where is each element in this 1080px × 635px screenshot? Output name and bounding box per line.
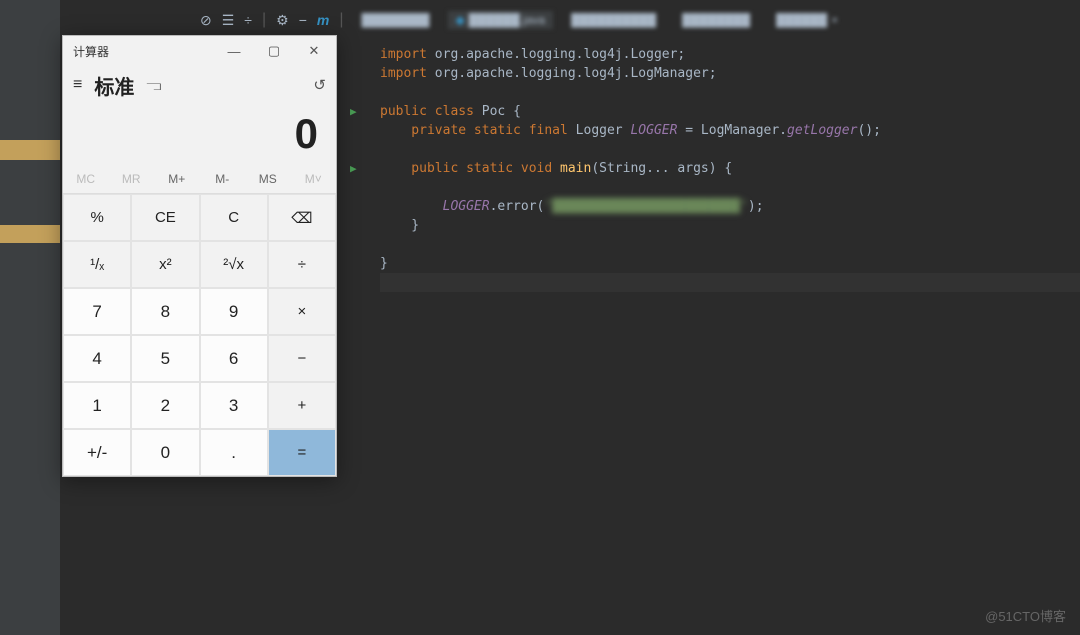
code-editor[interactable]: import org.apache.logging.log4j.Logger; … — [380, 45, 1080, 635]
btn-6[interactable]: 6 — [200, 335, 268, 382]
code-string-blurred: "████████████████████████" — [544, 199, 748, 214]
calculator-titlebar[interactable]: 计算器 — ▢ ✕ — [63, 36, 336, 66]
code-brace: } — [380, 216, 1080, 235]
btn-minus[interactable]: − — [268, 335, 336, 382]
code-text: (String... args) { — [591, 161, 732, 176]
hamburger-icon[interactable]: ≡ — [73, 76, 82, 94]
close-icon[interactable]: × — [831, 13, 838, 27]
btn-plus[interactable]: + — [268, 382, 336, 429]
code-text: ); — [748, 199, 764, 214]
btn-8[interactable]: 8 — [131, 288, 199, 335]
close-button[interactable]: ✕ — [294, 36, 334, 66]
ide-left-gutter — [0, 0, 60, 635]
code-class: Poc — [482, 104, 513, 119]
btn-backspace[interactable]: ⌫ — [268, 194, 336, 241]
calculator-display: 0 — [63, 104, 336, 164]
code-text: = LogManager. — [685, 123, 787, 138]
btn-negate[interactable]: +/- — [63, 429, 131, 476]
run-icon[interactable]: ▶ — [350, 102, 357, 121]
maximize-button[interactable]: ▢ — [254, 36, 294, 66]
caret-line — [380, 273, 1080, 292]
editor-tab[interactable]: ████████ — [354, 11, 438, 29]
code-keyword: public static void — [380, 161, 560, 176]
btn-square[interactable]: x² — [131, 241, 199, 288]
editor-tab[interactable]: ██████ × — [768, 11, 846, 29]
divide-icon[interactable]: ÷ — [244, 12, 252, 28]
code-type: Logger — [576, 123, 631, 138]
btn-9[interactable]: 9 — [200, 288, 268, 335]
minimize-button[interactable]: — — [214, 36, 254, 66]
calculator-title: 计算器 — [73, 43, 109, 60]
editor-tab[interactable]: ██████████ — [563, 11, 664, 29]
ban-icon[interactable]: ⊘ — [200, 12, 212, 29]
btn-0[interactable]: 0 — [131, 429, 199, 476]
btn-ce[interactable]: CE — [131, 194, 199, 241]
btn-equals[interactable]: = — [268, 429, 336, 476]
calculator-mode: 标准 — [94, 71, 134, 100]
btn-percent[interactable]: % — [63, 194, 131, 241]
pin-icon[interactable]: ⫎ — [146, 77, 161, 94]
code-keyword: import — [380, 66, 435, 81]
mem-mplus[interactable]: M+ — [154, 164, 200, 193]
btn-sqrt[interactable]: ²√x — [200, 241, 268, 288]
mem-mlist[interactable]: M˅ — [291, 164, 337, 193]
calculator-keypad: % CE C ⌫ ¹/ₓ x² ²√x ÷ 7 8 9 × 4 5 6 − 1 … — [63, 194, 336, 476]
memory-row: MC MR M+ M- MS M˅ — [63, 164, 336, 194]
run-icon[interactable]: ▶ — [350, 159, 357, 178]
separator: | — [262, 11, 266, 29]
btn-7[interactable]: 7 — [63, 288, 131, 335]
history-icon[interactable]: ↺ — [313, 76, 326, 94]
separator: | — [339, 11, 343, 29]
mem-mc[interactable]: MC — [63, 164, 109, 193]
btn-multiply[interactable]: × — [268, 288, 336, 335]
code-text: org.apache.logging.log4j.LogManager; — [435, 66, 717, 81]
btn-reciprocal[interactable]: ¹/ₓ — [63, 241, 131, 288]
btn-5[interactable]: 5 — [131, 335, 199, 382]
mem-mr[interactable]: MR — [109, 164, 155, 193]
btn-1[interactable]: 1 — [63, 382, 131, 429]
btn-2[interactable]: 2 — [131, 382, 199, 429]
editor-tab-active[interactable]: ◆ ██████.java — [448, 11, 554, 29]
btn-3[interactable]: 3 — [200, 382, 268, 429]
watermark: @51CTO博客 — [985, 606, 1066, 625]
editor-tab[interactable]: ████████ — [674, 11, 758, 29]
code-keyword: private static final — [380, 123, 576, 138]
mem-ms[interactable]: MS — [245, 164, 291, 193]
code-keyword: public class — [380, 104, 482, 119]
code-keyword: import — [380, 47, 435, 62]
code-text: (); — [857, 123, 880, 138]
code-call: getLogger — [787, 123, 857, 138]
code-method: main — [560, 161, 591, 176]
compress-icon[interactable]: ☰ — [222, 12, 235, 29]
code-brace: } — [380, 254, 1080, 273]
maven-icon[interactable]: m — [317, 12, 329, 28]
btn-decimal[interactable]: . — [200, 429, 268, 476]
ide-toolbar: ⊘ ☰ ÷ | ⚙ − m | ████████ ◆ ██████.java █… — [0, 8, 1080, 32]
code-text: .error( — [490, 199, 545, 214]
btn-c[interactable]: C — [200, 194, 268, 241]
code-text: org.apache.logging.log4j.Logger; — [435, 47, 685, 62]
calculator-window: 计算器 — ▢ ✕ ≡ 标准 ⫎ ↺ 0 MC MR M+ M- MS M˅ %… — [62, 35, 337, 477]
mem-mminus[interactable]: M- — [200, 164, 246, 193]
btn-divide[interactable]: ÷ — [268, 241, 336, 288]
btn-4[interactable]: 4 — [63, 335, 131, 382]
minus-icon[interactable]: − — [299, 12, 307, 28]
code-field: LOGGER — [380, 199, 490, 214]
code-brace: { — [513, 104, 521, 119]
code-field: LOGGER — [630, 123, 685, 138]
gear-icon[interactable]: ⚙ — [276, 12, 289, 29]
